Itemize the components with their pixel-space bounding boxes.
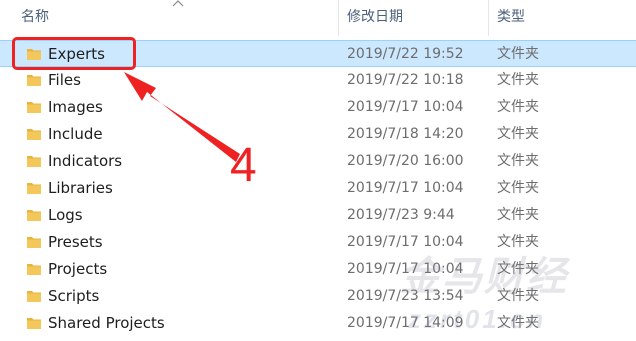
file-name: Include (48, 125, 103, 143)
folder-icon (27, 183, 41, 194)
file-date-modified: 2019/7/17 10:04 (347, 99, 464, 115)
folder-icon (27, 210, 41, 221)
file-name: Projects (48, 260, 108, 278)
file-type: 文件夹 (497, 207, 539, 223)
file-name: Logs (48, 206, 83, 224)
folder-icon (27, 291, 41, 302)
file-date-modified: 2019/7/17 10:04 (347, 180, 464, 196)
file-row[interactable]: Logs 2019/7/23 9:44 文件夹 (0, 202, 636, 229)
file-name: Shared Projects (48, 314, 165, 332)
column-header-type[interactable]: 类型 (488, 0, 636, 36)
folder-icon (27, 237, 41, 248)
folder-icon (27, 75, 41, 86)
file-type: 文件夹 (497, 99, 539, 115)
folder-icon (27, 318, 41, 329)
file-type: 文件夹 (497, 126, 539, 142)
watermark-url: zzrt01.cn (408, 304, 547, 334)
file-name: Presets (48, 233, 103, 251)
folder-icon (27, 102, 41, 113)
file-type: 文件夹 (497, 153, 539, 169)
column-header-date-label: 修改日期 (347, 9, 403, 25)
folder-icon (27, 156, 41, 167)
file-name: Images (48, 98, 103, 116)
file-date-modified: 2019/7/22 10:18 (347, 72, 464, 88)
file-type: 文件夹 (497, 180, 539, 196)
column-header-date-modified[interactable]: 修改日期 (338, 0, 488, 36)
file-name: Scripts (48, 287, 100, 305)
file-row[interactable]: Indicators 2019/7/20 16:00 文件夹 (0, 148, 636, 175)
file-row[interactable]: Files 2019/7/22 10:18 文件夹 (0, 67, 636, 94)
file-row[interactable]: Libraries 2019/7/17 10:04 文件夹 (0, 175, 636, 202)
file-row[interactable]: Include 2019/7/18 14:20 文件夹 (0, 121, 636, 148)
column-header-type-label: 类型 (497, 9, 525, 25)
step-number: 4 (230, 139, 257, 192)
file-type: 文件夹 (497, 72, 539, 88)
file-name: Files (48, 71, 81, 89)
column-header-row: 名称 修改日期 类型 (0, 0, 636, 36)
folder-icon (27, 129, 41, 140)
file-name: Indicators (48, 152, 123, 170)
watermark-text: 金马财经 (400, 255, 568, 299)
highlight-box (12, 37, 136, 70)
file-date-modified: 2019/7/23 9:44 (347, 207, 455, 223)
column-header-name-label: 名称 (21, 9, 49, 25)
file-date-modified: 2019/7/18 14:20 (347, 126, 464, 142)
file-type: 文件夹 (497, 46, 539, 62)
file-date-modified: 2019/7/20 16:00 (347, 153, 464, 169)
file-name: Libraries (48, 179, 113, 197)
file-row[interactable]: Images 2019/7/17 10:04 文件夹 (0, 94, 636, 121)
file-date-modified: 2019/7/22 19:52 (347, 46, 464, 62)
sort-caret-icon (172, 0, 184, 7)
folder-icon (27, 264, 41, 275)
